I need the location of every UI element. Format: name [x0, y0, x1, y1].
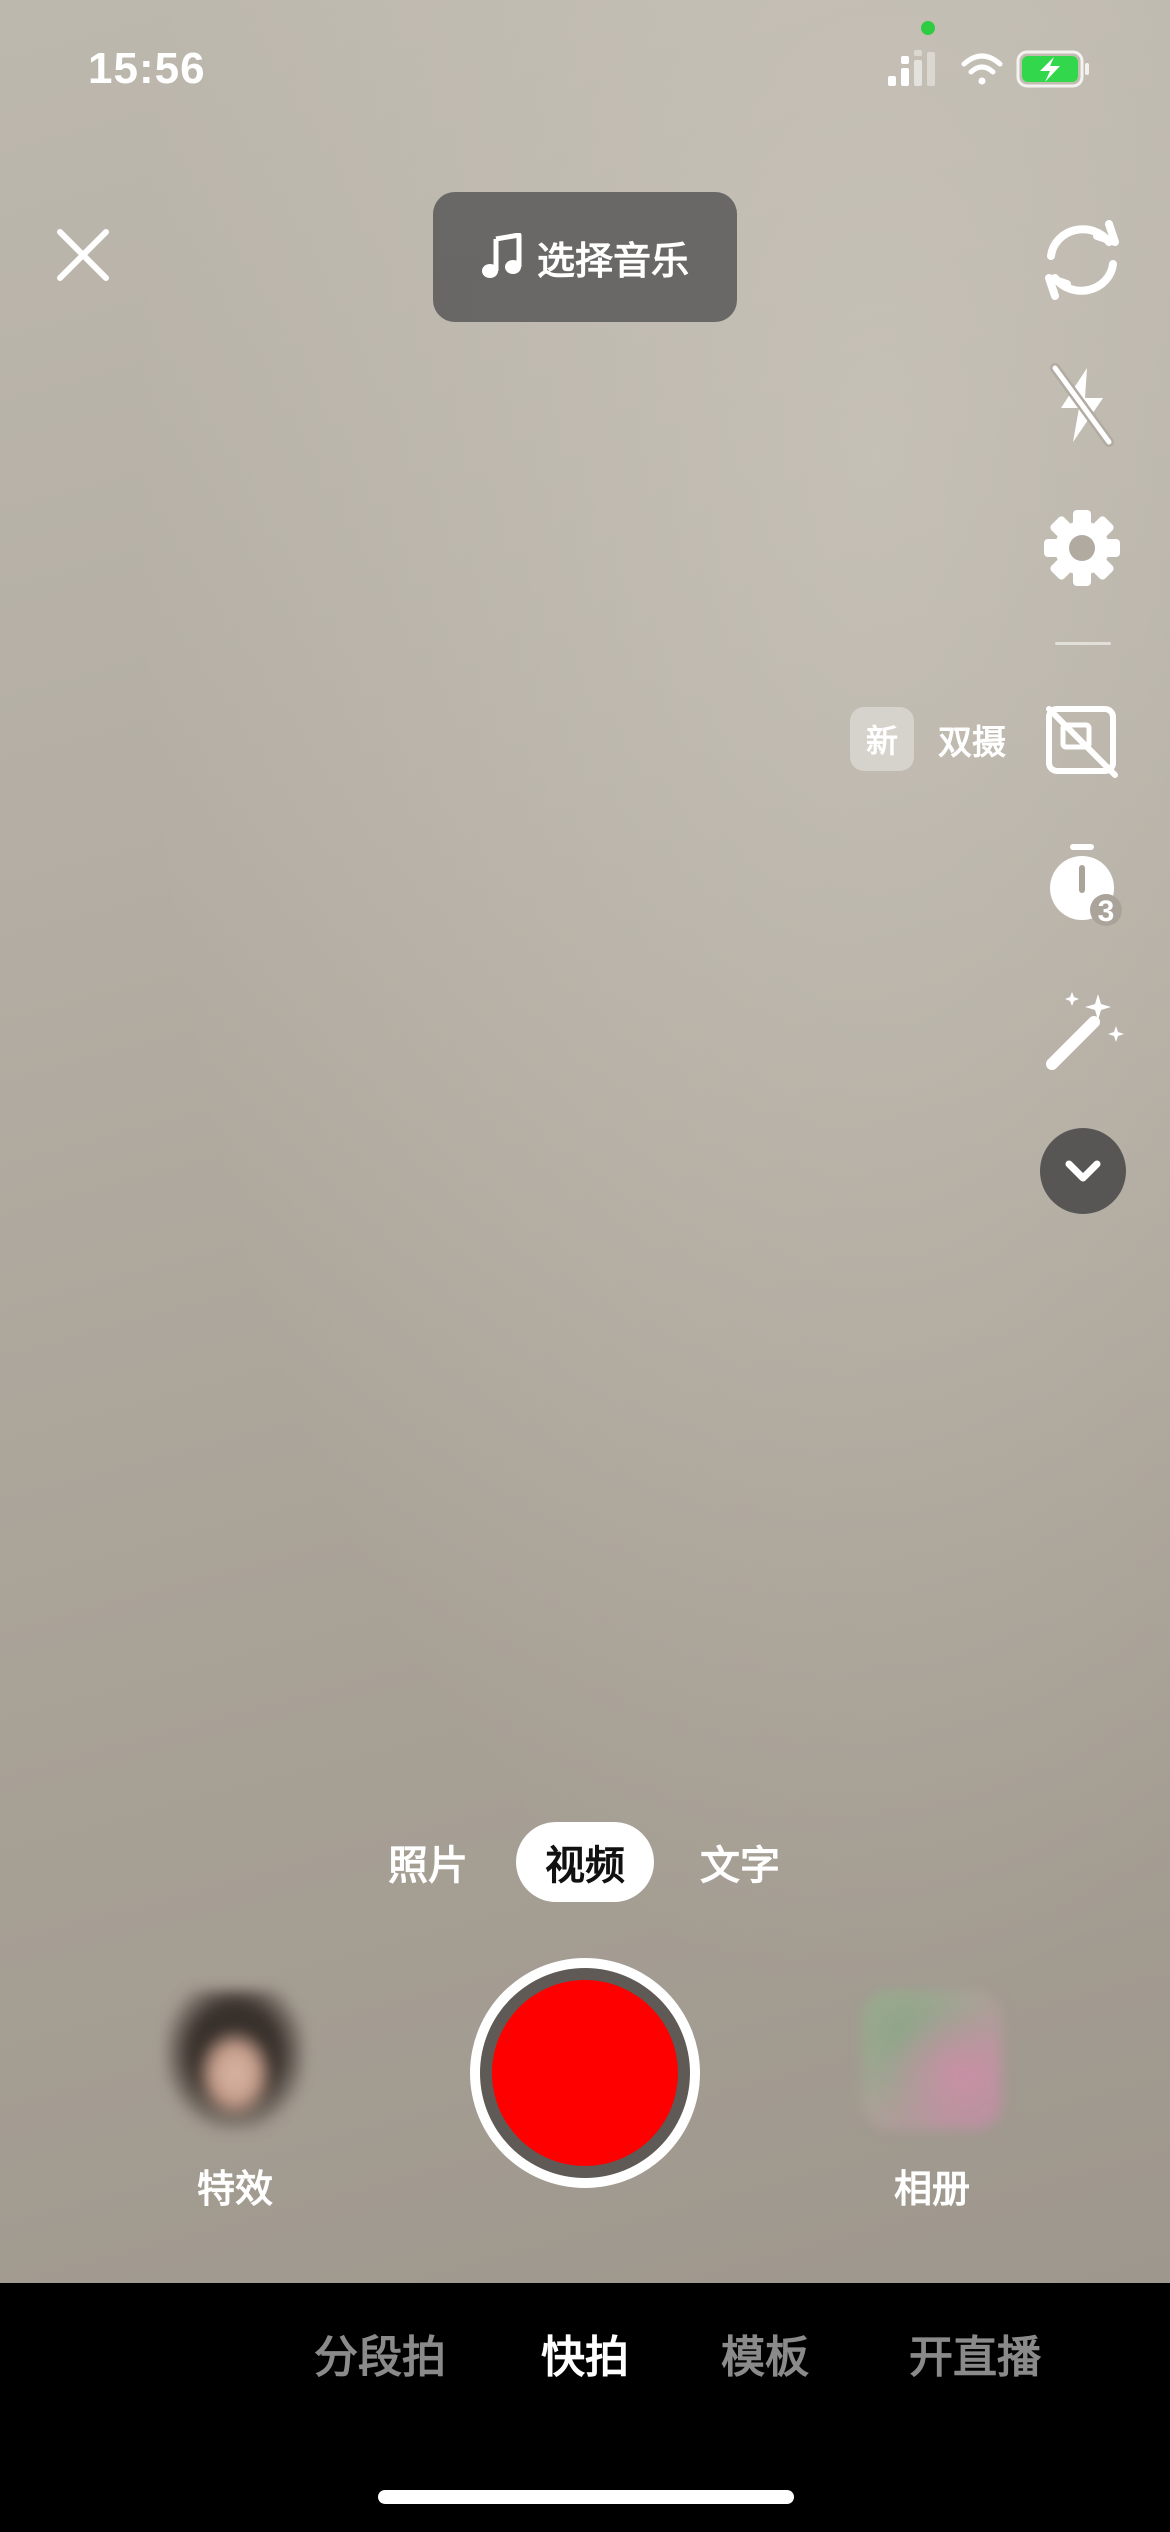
flash-off-icon: [1050, 363, 1114, 447]
status-time: 15:56: [88, 44, 206, 93]
tab-segment-shoot[interactable]: 分段拍: [300, 2318, 460, 2388]
record-button-core: [492, 1980, 678, 2166]
settings-button[interactable]: [1040, 506, 1124, 590]
music-note-icon: [481, 233, 522, 278]
capture-mode-switcher: 照片 视频 文字: [0, 1822, 1170, 1902]
home-indicator[interactable]: [378, 2490, 794, 2504]
mode-video[interactable]: 视频: [516, 1822, 654, 1902]
camera-in-use-indicator: [921, 21, 935, 35]
status-icons: [888, 50, 1118, 90]
cellular-signal-icon: [888, 50, 935, 86]
wifi-icon: [961, 53, 1003, 85]
tab-templates[interactable]: 模板: [710, 2318, 820, 2388]
magic-wand-icon: [1046, 992, 1124, 1070]
close-button[interactable]: [50, 222, 116, 288]
timer-icon: 3: [1050, 844, 1122, 928]
toolbar-divider: [1055, 642, 1111, 645]
gear-icon: [1044, 510, 1120, 586]
select-music-button[interactable]: 选择音乐: [433, 192, 737, 322]
dual-camera-off-icon: [1046, 706, 1118, 778]
album-label[interactable]: 相册: [832, 2158, 1032, 2213]
dual-camera-label[interactable]: 双摄: [938, 715, 1006, 764]
beauty-button[interactable]: [1040, 984, 1132, 1076]
record-button[interactable]: [470, 1958, 700, 2188]
close-icon: [57, 229, 109, 281]
flip-camera-button[interactable]: [1034, 220, 1130, 300]
camera-viewfinder[interactable]: [0, 0, 1170, 2283]
chevron-down-icon: [1065, 1160, 1101, 1182]
timer-value: 3: [1098, 895, 1115, 928]
flash-button[interactable]: [1040, 360, 1124, 450]
mode-text[interactable]: 文字: [690, 1822, 790, 1902]
tab-quick-shoot[interactable]: 快拍: [520, 2318, 650, 2388]
effects-label[interactable]: 特效: [135, 2158, 335, 2213]
tab-go-live[interactable]: 开直播: [890, 2318, 1060, 2388]
album-thumbnail[interactable]: [862, 1990, 1002, 2130]
dual-camera-button[interactable]: [1040, 698, 1124, 782]
select-music-label: 选择音乐: [536, 238, 689, 283]
more-tools-button[interactable]: [1040, 1128, 1126, 1214]
mode-photo[interactable]: 照片: [378, 1822, 478, 1902]
effects-thumbnail[interactable]: [165, 1990, 305, 2130]
timer-button[interactable]: 3: [1040, 838, 1130, 938]
flip-camera-icon: [1045, 220, 1119, 300]
new-badge: 新: [850, 707, 914, 771]
battery-charging-icon: [1016, 50, 1089, 88]
